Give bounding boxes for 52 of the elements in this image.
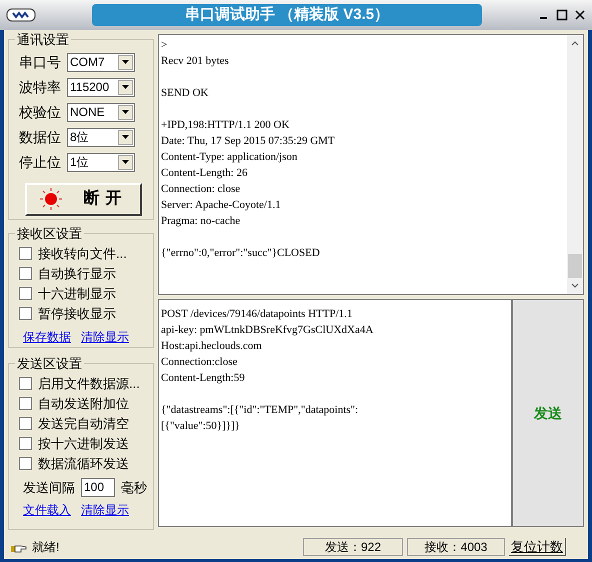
link[interactable]: 清除显示 (81, 328, 129, 346)
group-title: 通讯设置 (16, 31, 70, 49)
checkbox-label: 自动发送附加位 (38, 394, 129, 413)
checkbox-label: 十六进制显示 (38, 284, 116, 303)
send-area[interactable]: POST /devices/79146/datapoints HTTP/1.1 api-key: pmWLtnkDBSreKfvg7GsClUXdXa4A Host:api.heclouds.com Connection:close Content-Length:59 {"datastreams":[{"id":"TEMP","datapoints": [{"value":50}]}]} (158, 299, 512, 527)
checkbox[interactable] (19, 247, 32, 260)
dropdown[interactable]: NONE (67, 102, 135, 122)
checkbox[interactable] (19, 377, 32, 390)
link[interactable]: 保存数据 (23, 328, 71, 346)
field-label: 数据位 (19, 128, 62, 146)
checkbox[interactable] (19, 457, 32, 470)
scrollbar-thumb[interactable] (568, 254, 582, 278)
checkbox-label: 接收转向文件... (38, 244, 127, 263)
app-icon (6, 8, 36, 22)
checkbox-label: 数据流循环发送 (38, 454, 129, 473)
checkbox[interactable] (19, 437, 32, 450)
checkbox-label: 按十六进制发送 (38, 434, 129, 453)
sent-counter: 发送：922 (303, 538, 403, 556)
window-title: 串口调试助手 （精装版 V3.5） (92, 4, 482, 26)
reset-count-button[interactable]: 复位计数 (509, 538, 566, 556)
dropdown[interactable]: 115200 (67, 78, 135, 96)
group-title: 接收区设置 (16, 225, 83, 243)
checkbox-label: 发送完自动清空 (38, 414, 129, 433)
maximize-icon[interactable] (556, 9, 568, 21)
field-label: 波特率 (19, 78, 62, 96)
dropdown[interactable]: 1位 (67, 152, 135, 172)
dropdown[interactable]: 8位 (67, 128, 135, 146)
checkbox[interactable] (19, 287, 32, 300)
receive-area[interactable] (158, 34, 584, 295)
received-counter: 接收：4003 (407, 538, 505, 556)
dropdown[interactable]: COM7 (67, 52, 135, 72)
field-label: 停止位 (19, 152, 62, 172)
link[interactable]: 清除显示 (81, 501, 129, 519)
checkbox-label: 暂停接收显示 (38, 304, 116, 323)
checkbox-label: 自动换行显示 (38, 264, 116, 283)
interval-field[interactable]: 100 (81, 478, 115, 497)
unit-label: 毫秒 (121, 478, 147, 496)
checkbox-label: 启用文件数据源... (38, 374, 140, 393)
checkbox[interactable] (19, 267, 32, 280)
close-icon[interactable] (574, 9, 586, 21)
disconnect-button[interactable]: 断开 (25, 182, 142, 216)
checkbox[interactable] (19, 397, 32, 410)
checkbox[interactable] (19, 417, 32, 430)
field-label: 校验位 (19, 102, 62, 122)
status-text: 就绪! (32, 539, 60, 556)
scrollbar[interactable] (567, 35, 583, 294)
interval-label: 发送间隔 (23, 478, 75, 496)
field-label: 串口号 (19, 52, 62, 72)
link[interactable]: 文件载入 (23, 501, 71, 519)
checkbox[interactable] (19, 307, 32, 320)
group-title: 发送区设置 (16, 355, 83, 373)
receive-text: > Recv 201 bytes SEND OK +IPD,198:HTTP/1.1 200 OK Date: Thu, 17 Sep 2015 07:35:29 GMT Content-Type: application/json Content-Length: 26 Connection: close Server: Apache-Coyote/1.1 Pragma: no-cache {"errno":0,"error":"succ"}CLOSED (160, 38, 336, 261)
